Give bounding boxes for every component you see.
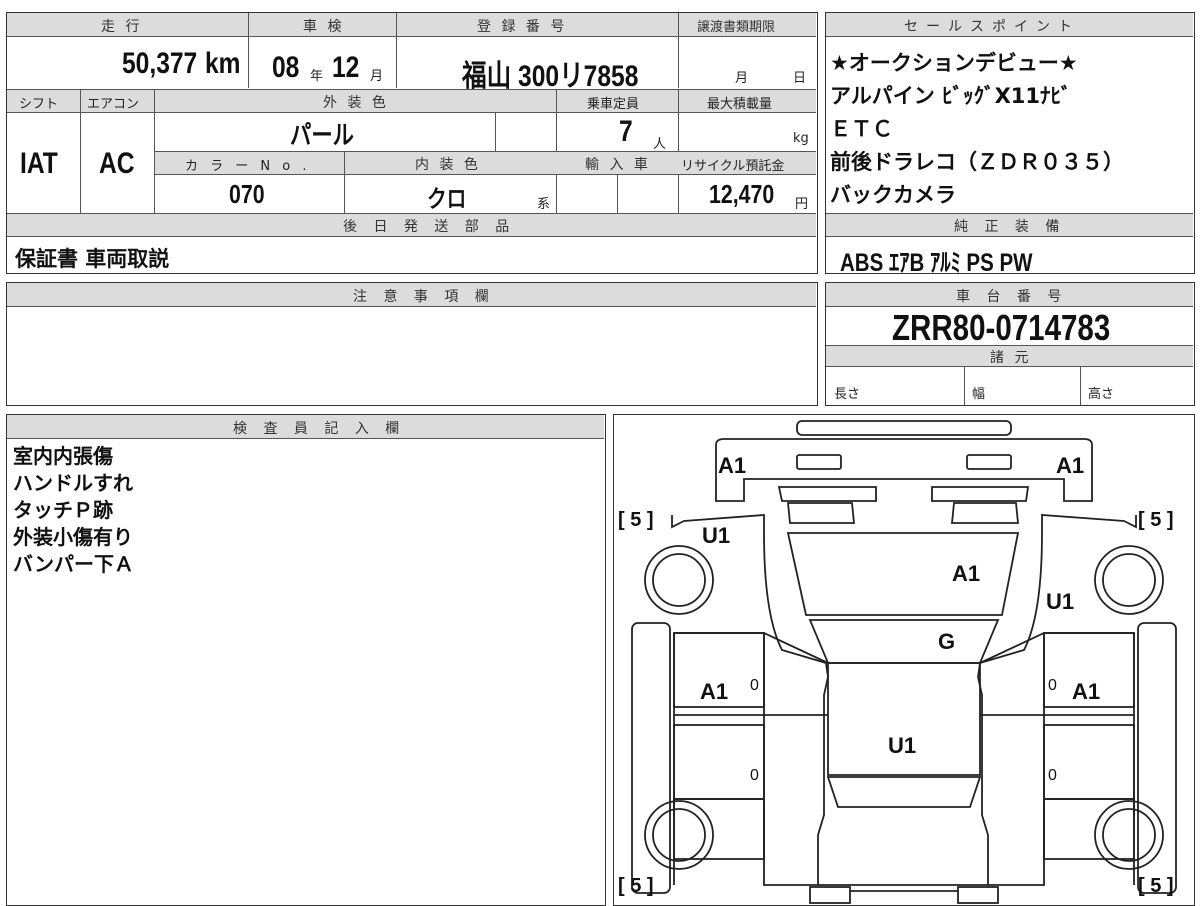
load-unit: kg — [793, 131, 809, 146]
equipment-value: ABS ｴｱB ｱﾙﾐ PS PW — [840, 249, 1033, 277]
exterior-color-label: 外 装 色 — [323, 95, 389, 111]
sales-point-2: アルパイン ﾋﾞｯｸﾞX11ﾅﾋﾞ — [830, 84, 1072, 108]
inspector-note: 外装小傷有り — [13, 525, 133, 549]
sales-point-5: バックカメラ — [830, 183, 956, 207]
inspector-note: バンパー下Ａ — [13, 552, 134, 576]
inspector-note: タッチＰ跡 — [13, 498, 113, 522]
transfer-label: 譲渡書類期限 — [697, 20, 776, 35]
spec-height: 高さ — [1088, 387, 1115, 402]
spec-label: 諸 元 — [990, 350, 1032, 366]
damage-mark: U1 — [702, 523, 731, 548]
caution-panel: 注 意 事 項 欄 — [6, 282, 818, 406]
chassis-panel: 車 台 番 号 ZRR80-0714783 諸 元 長さ 幅 高さ — [825, 282, 1195, 406]
car-outline-diagram — [631, 420, 1177, 904]
damage-mark: 0 — [750, 767, 759, 784]
damage-mark: G — [938, 629, 956, 654]
interior-label: 内 装 色 — [415, 157, 481, 173]
spec-length: 長さ — [834, 387, 861, 402]
capacity-unit: 人 — [653, 137, 667, 152]
damage-mark: A1 — [952, 561, 981, 586]
capacity-label: 乗車定員 — [587, 97, 640, 112]
inspector-panel: 検 査 員 記 入 欄 室内内張傷 ハンドルすれ タッチＰ跡 外装小傷有り バン… — [6, 414, 606, 906]
damage-mark: 0 — [1048, 677, 1057, 694]
registration-label: 登 録 番 号 — [477, 19, 568, 35]
shift-label: シフト — [19, 97, 59, 112]
damage-mark: 0 — [750, 677, 759, 694]
tire-label: [ 5 ] — [1138, 509, 1174, 531]
interior-value: クロ — [427, 186, 467, 213]
inspection-year: 08 — [272, 51, 300, 84]
load-label: 最大積載量 — [707, 97, 773, 112]
sales-points-panel: セールスポイント ★オークションデビュー★ アルパイン ﾋﾞｯｸﾞX11ﾅﾋﾞ … — [825, 12, 1195, 277]
color-no-value: 070 — [229, 179, 265, 209]
sales-points-label: セールスポイント — [904, 19, 1080, 35]
inspection-month: 12 — [332, 51, 360, 84]
tire-label: [ 5 ] — [618, 875, 654, 897]
sales-point-1: ★オークションデビュー★ — [830, 51, 1078, 75]
tire-label: [ 5 ] — [1138, 875, 1174, 897]
tire-label: [ 5 ] — [618, 509, 654, 531]
inspection-label: 車 検 — [303, 19, 345, 35]
mileage-value: 50,377 — [122, 47, 198, 80]
ac-label: エアコン — [87, 97, 140, 112]
damage-mark: 0 — [1048, 767, 1057, 784]
damage-mark: U1 — [888, 733, 917, 758]
mileage-unit: km — [205, 47, 241, 80]
recycle-label: リサイクル預託金 — [681, 159, 785, 174]
caution-label: 注 意 事 項 欄 — [353, 289, 495, 305]
inspector-label: 検 査 員 記 入 欄 — [233, 421, 406, 437]
recycle-unit: 円 — [795, 197, 809, 212]
chassis-label: 車 台 番 号 — [956, 289, 1068, 305]
interior-suffix: 系 — [537, 197, 551, 212]
damage-mark: A1 — [1056, 453, 1085, 478]
sales-point-4: 前後ドラレコ（ＺＤＲ０３５） — [830, 150, 1124, 174]
ac-value: AC — [99, 147, 135, 180]
transfer-month: 月 — [735, 71, 749, 86]
damage-mark: A1 — [718, 453, 747, 478]
damage-mark: U1 — [1046, 589, 1075, 614]
import-label: 輸 入 車 — [585, 157, 651, 173]
color-no-label: カ ラ ー N o . — [185, 159, 311, 174]
damage-mark: A1 — [1072, 679, 1101, 704]
spec-width: 幅 — [972, 387, 986, 402]
inspection-year-unit: 年 — [310, 69, 324, 84]
exterior-color-value: パール — [290, 120, 354, 150]
damage-mark: A1 — [700, 679, 729, 704]
vehicle-diagram-panel: A1 A1 U1 A1 U1 G A1 A1 U1 0 0 0 0 [ 5 ] … — [613, 414, 1195, 906]
chassis-number: ZRR80-0714783 — [892, 307, 1111, 348]
shift-value: IAT — [20, 147, 58, 180]
mileage-label: 走 行 — [101, 19, 143, 35]
capacity-value: 7 — [619, 115, 633, 148]
vehicle-info-table: 走 行 車 検 登 録 番 号 譲渡書類期限 50,377 km 08 年 12… — [6, 12, 818, 274]
transfer-day: 日 — [793, 71, 807, 86]
later-parts-value: 保証書 車両取説 — [15, 247, 170, 271]
sales-point-3: ＥＴＣ — [830, 117, 893, 141]
later-parts-label: 後 日 発 送 部 品 — [343, 219, 516, 235]
inspector-note: 室内内張傷 — [13, 444, 113, 468]
equipment-label: 純 正 装 備 — [954, 219, 1066, 235]
recycle-value: 12,470 — [709, 179, 775, 209]
inspection-month-unit: 月 — [370, 69, 384, 84]
inspector-note: ハンドルすれ — [13, 471, 133, 495]
